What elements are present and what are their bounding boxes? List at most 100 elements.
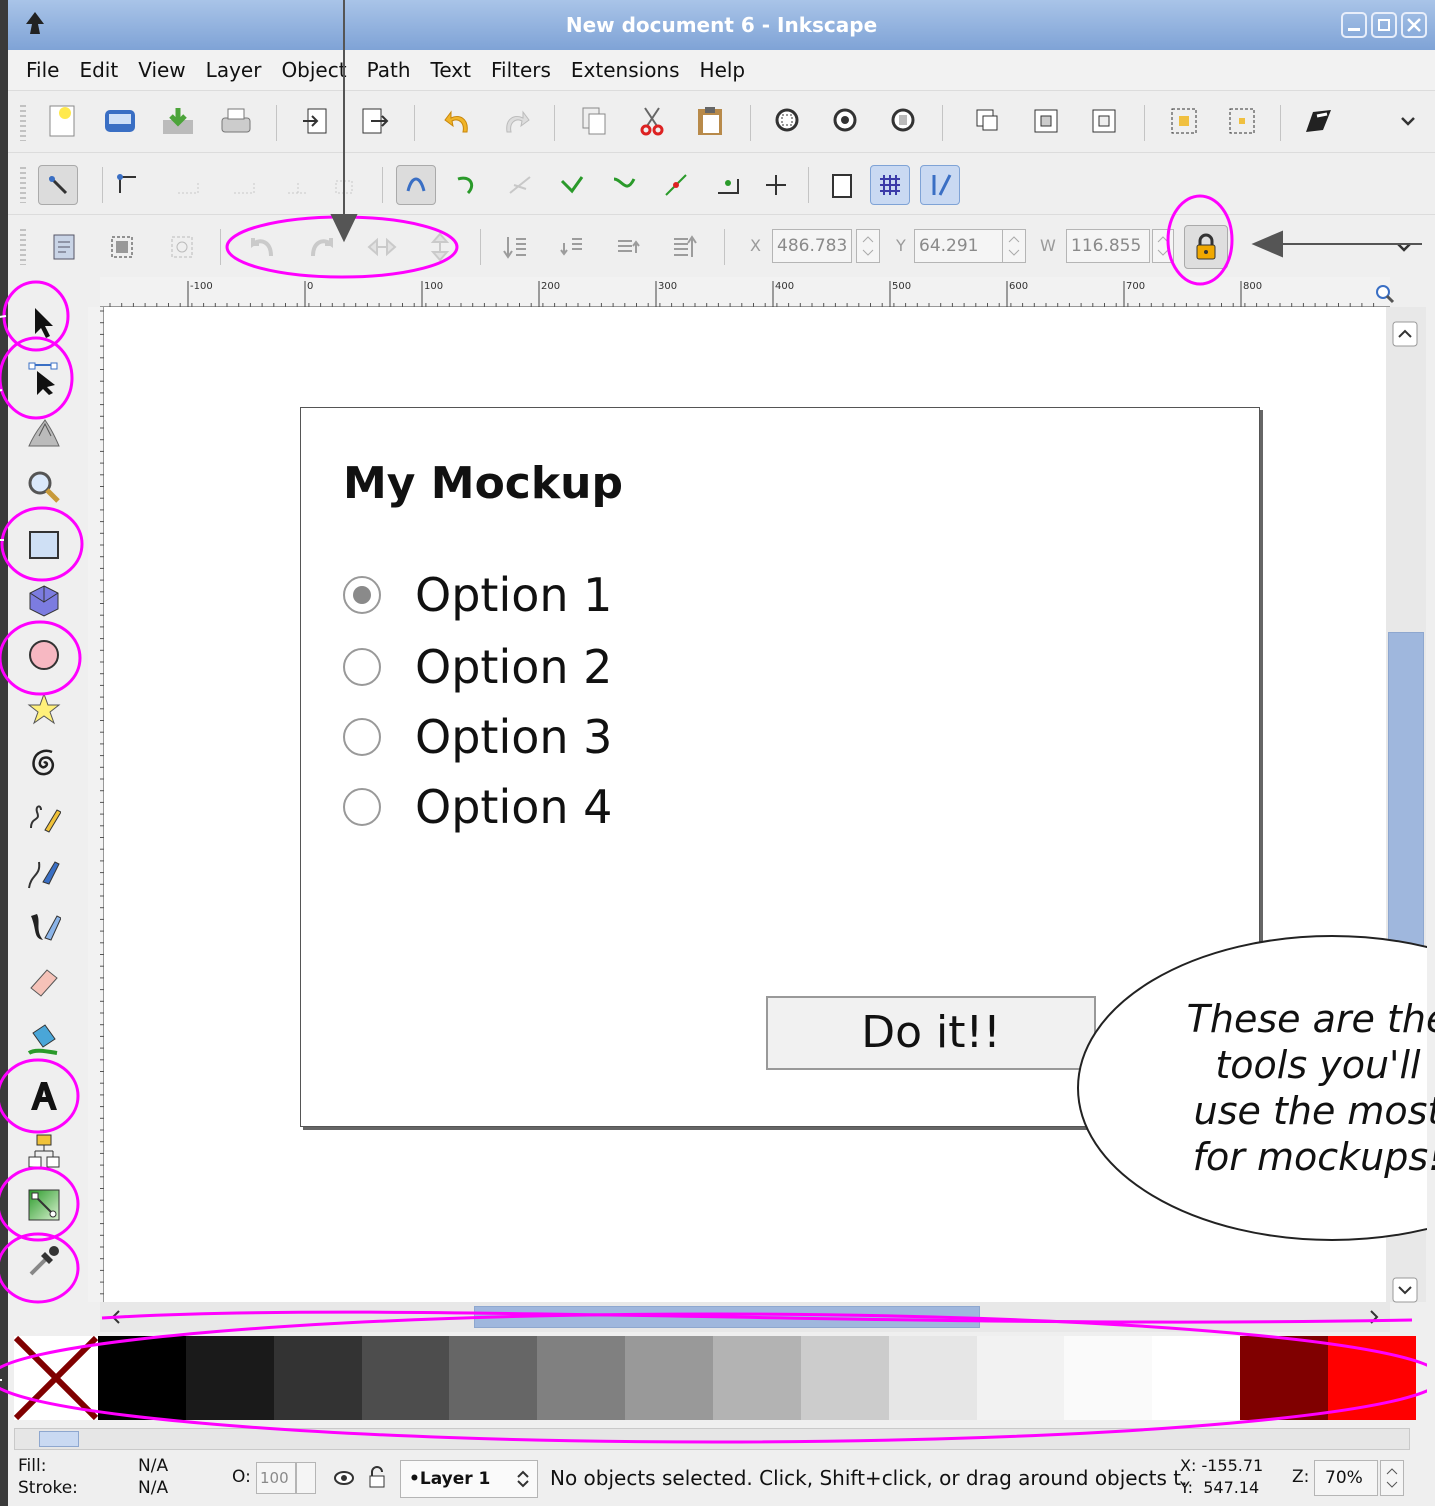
snap-bbox-centers-icon[interactable] [324, 165, 364, 205]
snap-guides-icon[interactable] [920, 165, 960, 205]
color-swatch[interactable] [185, 1336, 274, 1420]
color-swatch[interactable] [1328, 1336, 1416, 1420]
lock-proportions-button[interactable] [1184, 225, 1228, 269]
zoom-page-icon[interactable] [884, 101, 924, 141]
selector-tool-icon[interactable] [22, 301, 66, 345]
snap-rotation-centers-icon[interactable] [756, 165, 796, 205]
vertical-scroll-thumb[interactable] [1388, 632, 1424, 1012]
snap-bbox-midpoints-icon[interactable] [278, 165, 318, 205]
menu-layer[interactable]: Layer [196, 58, 272, 82]
eye-icon[interactable] [332, 1466, 356, 1490]
mockup-option-4[interactable]: Option 4 [343, 780, 612, 834]
pen-tool-icon[interactable] [22, 851, 66, 895]
enable-snapping-icon[interactable] [38, 165, 78, 205]
toolbar-grip[interactable] [20, 229, 26, 265]
undo-icon[interactable] [438, 101, 478, 141]
menu-filters[interactable]: Filters [481, 58, 561, 82]
zoom-spinner[interactable] [1380, 1460, 1404, 1496]
w-field[interactable]: 116.855 [1066, 229, 1150, 263]
menu-edit[interactable]: Edit [69, 58, 128, 82]
snap-smooth-nodes-icon[interactable] [604, 165, 644, 205]
scroll-left-icon[interactable] [104, 1305, 128, 1329]
tweak-tool-icon[interactable] [22, 411, 66, 455]
fill-stroke-icon[interactable] [1298, 101, 1338, 141]
menu-extensions[interactable]: Extensions [561, 58, 690, 82]
zoom-field[interactable]: 70% [1314, 1460, 1378, 1496]
redo-icon[interactable] [496, 101, 536, 141]
snap-page-border-icon[interactable] [822, 165, 862, 205]
copy-icon[interactable] [574, 101, 614, 141]
x-spinner[interactable] [856, 229, 880, 263]
snap-nodes-icon[interactable] [396, 165, 436, 205]
radio-icon[interactable] [343, 648, 381, 686]
color-swatch[interactable] [976, 1336, 1065, 1420]
menu-view[interactable]: View [128, 58, 195, 82]
snap-intersections-icon[interactable] [500, 165, 540, 205]
star-tool-icon[interactable] [22, 687, 66, 731]
mockup-do-it-button[interactable]: Do it!! [766, 996, 1096, 1070]
horizontal-ruler[interactable]: -100 0 100 200 300 400 500 600 700 800 [100, 277, 1395, 307]
opacity-spinner[interactable] [296, 1462, 316, 1494]
select-all-layers-icon[interactable] [102, 227, 142, 267]
deselect-icon[interactable] [162, 227, 202, 267]
lower-icon[interactable] [552, 227, 592, 267]
cut-icon[interactable] [632, 101, 672, 141]
stroke-value[interactable]: N/A [138, 1478, 168, 1498]
zoom-selection-icon[interactable] [768, 101, 808, 141]
snap-bbox-corners-icon[interactable] [224, 165, 264, 205]
dropper-tool-icon[interactable] [22, 1239, 66, 1283]
mockup-title[interactable]: My Mockup [343, 458, 623, 509]
vertical-ruler[interactable] [88, 307, 104, 1302]
maximize-button[interactable] [1371, 12, 1397, 38]
menu-text[interactable]: Text [421, 58, 481, 82]
zoom-tool-icon[interactable] [22, 465, 66, 509]
gradient-tool-icon[interactable] [22, 1183, 66, 1227]
menu-file[interactable]: File [8, 58, 69, 82]
new-document-icon[interactable] [42, 101, 82, 141]
menu-object[interactable]: Object [271, 58, 356, 82]
export-icon[interactable] [354, 101, 394, 141]
spiral-tool-icon[interactable] [22, 741, 66, 785]
color-swatch[interactable] [625, 1336, 714, 1420]
toolbar-grip[interactable] [20, 167, 26, 203]
palette-scroll-thumb[interactable] [39, 1431, 79, 1447]
vertical-scrollbar[interactable] [1386, 307, 1426, 1303]
minimize-button[interactable] [1341, 12, 1367, 38]
paste-icon[interactable] [690, 101, 730, 141]
ungroup-icon[interactable] [1222, 101, 1262, 141]
mockup-page[interactable]: My Mockup Option 1 Option 2 Option 3 Opt… [300, 407, 1260, 1127]
flip-vertical-icon[interactable] [420, 227, 460, 267]
rotate-ccw-icon[interactable] [242, 227, 282, 267]
scroll-down-icon[interactable] [1392, 1277, 1418, 1303]
w-spinner[interactable] [1152, 229, 1174, 263]
color-swatch[interactable] [800, 1336, 889, 1420]
rectangle-tool-icon[interactable] [22, 523, 66, 567]
unlink-clone-icon[interactable] [1084, 101, 1124, 141]
mockup-option-1[interactable]: Option 1 [343, 568, 612, 622]
close-button[interactable] [1401, 12, 1427, 38]
scroll-up-icon[interactable] [1392, 321, 1418, 347]
snap-object-centers-icon[interactable] [708, 165, 748, 205]
layer-selector[interactable]: •Layer 1 [400, 1460, 538, 1498]
toolbar-grip[interactable] [20, 105, 26, 141]
clone-icon[interactable] [1026, 101, 1066, 141]
node-tool-icon[interactable] [22, 357, 66, 401]
duplicate-icon[interactable] [968, 101, 1008, 141]
ellipse-tool-icon[interactable] [22, 633, 66, 677]
raise-icon[interactable] [608, 227, 648, 267]
open-icon[interactable] [100, 101, 140, 141]
group-icon[interactable] [1164, 101, 1204, 141]
paint-bucket-tool-icon[interactable] [22, 1017, 66, 1061]
y-field[interactable]: 64.291 [914, 229, 1004, 263]
zoom-corner-icon[interactable] [1374, 283, 1396, 305]
snap-bbox-edges-icon[interactable] [168, 165, 208, 205]
calligraphy-tool-icon[interactable] [22, 905, 66, 949]
color-swatch[interactable] [1152, 1336, 1241, 1420]
menu-path[interactable]: Path [357, 58, 421, 82]
import-icon[interactable] [296, 101, 336, 141]
color-swatch[interactable] [888, 1336, 977, 1420]
y-spinner[interactable] [1002, 229, 1026, 263]
toolbar-overflow-chevron-icon[interactable] [1388, 101, 1428, 141]
rotate-cw-icon[interactable] [302, 227, 342, 267]
color-swatch[interactable] [361, 1336, 450, 1420]
